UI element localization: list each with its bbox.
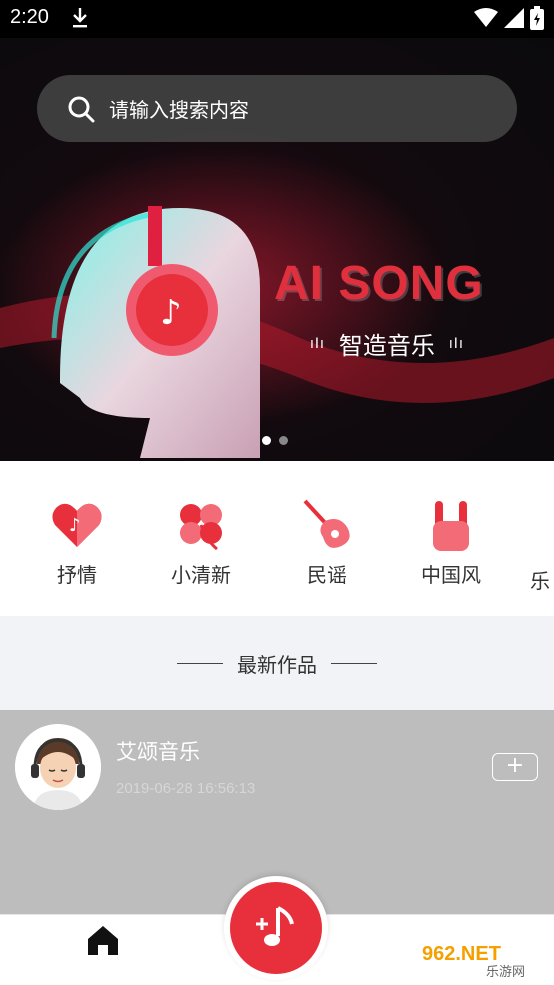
rock-hand-icon [433, 501, 469, 551]
avatar[interactable] [15, 724, 101, 810]
sound-wave-icon: ıIı [448, 335, 464, 352]
heart-note-icon: ♪ [52, 503, 102, 547]
category-item[interactable]: 乐 [530, 497, 554, 594]
section-title: 最新作品 [237, 652, 317, 677]
avatar-image [15, 724, 101, 810]
download-icon [73, 8, 87, 28]
system-icons [474, 6, 544, 30]
svg-text:♪: ♪ [160, 293, 182, 333]
work-timestamp: 2019-06-28 16:56:13 [116, 780, 256, 797]
wifi-icon [474, 8, 498, 27]
banner-title: AI SONG [274, 257, 484, 310]
add-button[interactable]: + [492, 753, 538, 781]
svg-text:962.NET: 962.NET [422, 943, 501, 965]
category-label: 小清新 [171, 563, 231, 587]
category-item[interactable]: ♪ 抒情 [32, 497, 122, 588]
carousel-dot[interactable] [279, 436, 288, 445]
category-label: 乐 [530, 569, 550, 593]
status-time: 2:20 [10, 6, 49, 28]
signal-icon [504, 8, 524, 28]
status-bar: 2:20 [0, 0, 554, 38]
category-item[interactable]: 民谣 [282, 497, 372, 588]
carousel-indicator [262, 436, 288, 445]
section-header: 最新作品 [0, 616, 554, 710]
create-button-circle [230, 882, 322, 974]
work-author[interactable]: 艾颂音乐 [116, 736, 200, 766]
category-label: 民谣 [307, 563, 347, 587]
divider [177, 662, 223, 664]
sound-wave-icon: ıIı [310, 335, 325, 352]
search-input[interactable]: 请输入搜索内容 [109, 94, 249, 123]
banner-subtitle-row: ıIı 智造音乐 ıIı [310, 326, 464, 361]
svg-text:♪: ♪ [69, 515, 81, 536]
search-icon [68, 96, 95, 122]
category-label: 抒情 [57, 563, 97, 587]
search-bar[interactable]: 请输入搜索内容 [37, 75, 517, 142]
banner-carousel[interactable]: ♪ 请输入搜索内容 AI SONG ıIı 智造音乐 ıIı [0, 38, 554, 461]
svg-text:乐游网: 乐游网 [486, 965, 525, 980]
category-item[interactable]: 中国风 [406, 497, 496, 588]
category-item[interactable]: 小清新 [156, 497, 246, 588]
guitar-icon [303, 499, 350, 548]
banner-subtitle: 智造音乐 [338, 332, 435, 360]
home-icon[interactable] [86, 923, 120, 957]
divider [331, 662, 377, 664]
add-music-icon [256, 906, 294, 946]
category-row: ♪ 抒情 小清新 民谣 中国风 乐 [0, 461, 554, 616]
clover-icon [180, 504, 222, 551]
category-label: 中国风 [421, 563, 481, 587]
battery-icon [530, 6, 544, 30]
site-watermark-logo: 962.NET 乐游网 [416, 936, 550, 980]
create-music-button[interactable] [224, 876, 328, 980]
carousel-dot-active[interactable] [262, 436, 271, 445]
